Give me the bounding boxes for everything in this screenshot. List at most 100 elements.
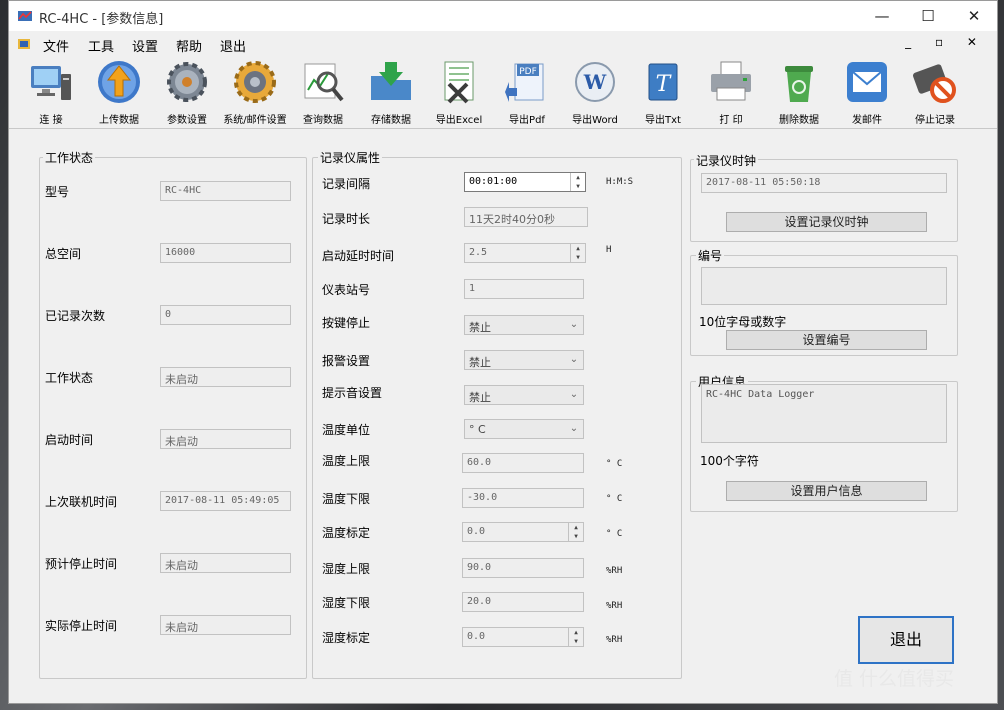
set-user-info-button[interactable]: 设置用户信息 <box>726 481 927 501</box>
set-clock-button[interactable]: 设置记录仪时钟 <box>726 212 927 232</box>
hum-cal-input[interactable]: 0.0 ▲ ▼ <box>462 627 584 647</box>
save-data-button[interactable]: 存储数据 <box>359 56 423 128</box>
actual-stop-field[interactable]: 未启动 <box>160 615 291 635</box>
start-time-label: 启动时间 <box>45 433 94 447</box>
interval-value: 00:01:00 <box>469 176 518 187</box>
work-state-field[interactable]: 未启动 <box>160 367 291 387</box>
start-delay-value: 2.5 <box>469 247 488 258</box>
send-mail-button[interactable]: 发邮件 <box>835 56 899 128</box>
record-count-label: 已记录次数 <box>45 309 106 323</box>
stop-record-icon <box>912 64 956 103</box>
system-mail-settings-button[interactable]: 系统/邮件设置 <box>223 56 287 128</box>
menu-settings[interactable]: 设置 <box>132 36 158 55</box>
export-word-button[interactable]: W 导出Word <box>563 56 627 128</box>
alarm-value: 禁止 <box>469 356 491 369</box>
menu-exit[interactable]: 退出 <box>220 36 246 55</box>
interval-input[interactable]: 00:01:00 ▲ ▼ <box>464 172 586 192</box>
stop-record-button[interactable]: 停止记录 <box>903 56 967 128</box>
temp-cal-unit: ° C <box>606 529 623 539</box>
total-space-field[interactable]: 16000 <box>160 243 291 263</box>
close-button[interactable]: ✕ <box>951 1 997 31</box>
temp-unit-label: 温度单位 <box>322 423 371 437</box>
exit-button[interactable]: 退出 <box>858 616 954 664</box>
expected-stop-field[interactable]: 未启动 <box>160 553 291 573</box>
set-serial-button[interactable]: 设置编号 <box>726 330 927 350</box>
clock-title: 记录仪时钟 <box>694 152 759 169</box>
work-state-label: 工作状态 <box>45 371 94 385</box>
temp-unit-select[interactable]: ° C ⌄ <box>464 419 584 439</box>
start-delay-input[interactable]: 2.5 ▲ ▼ <box>464 243 586 263</box>
maximize-button[interactable]: ☐ <box>905 1 951 31</box>
app-icon <box>18 11 32 21</box>
start-time-field[interactable]: 未启动 <box>160 429 291 449</box>
menu-tools[interactable]: 工具 <box>88 36 114 55</box>
beep-label: 提示音设置 <box>322 386 383 400</box>
computer-connect-icon <box>31 66 71 100</box>
print-button[interactable]: 打 印 <box>699 56 763 128</box>
hum-cal-spinner[interactable]: ▲ ▼ <box>568 628 583 646</box>
temp-low-label: 温度下限 <box>322 492 371 506</box>
hum-low-field[interactable]: 20.0 <box>462 592 584 612</box>
mail-icon <box>847 62 887 102</box>
hum-high-field[interactable]: 90.0 <box>462 558 584 578</box>
start-delay-spinner[interactable]: ▲ ▼ <box>570 244 585 262</box>
temp-cal-input[interactable]: 0.0 ▲ ▼ <box>462 522 584 542</box>
upload-data-button[interactable]: 上传数据 <box>87 56 151 128</box>
last-connect-field[interactable]: 2017-08-11 05:49:05 <box>160 491 291 511</box>
chevron-down-icon: ⌄ <box>569 354 579 365</box>
word-icon: W <box>575 62 615 102</box>
delete-data-button[interactable]: 删除数据 <box>767 56 831 128</box>
temp-cal-label: 温度标定 <box>322 526 371 540</box>
window-title: RC-4HC - [参数信息] <box>39 12 164 27</box>
temp-cal-value: 0.0 <box>467 526 486 537</box>
user-info-field[interactable]: RC-4HC Data Logger <box>701 384 947 443</box>
temp-high-label: 温度上限 <box>322 454 371 468</box>
temp-unit-value: ° C <box>469 423 486 436</box>
station-label: 仪表站号 <box>322 283 371 297</box>
work-status-group <box>39 157 307 679</box>
export-txt-button[interactable]: T 导出Txt <box>631 56 695 128</box>
query-data-button[interactable]: 查询数据 <box>291 56 355 128</box>
key-stop-value: 禁止 <box>469 321 491 334</box>
model-field[interactable]: RC-4HC <box>160 181 291 201</box>
menu-file[interactable]: 文件 <box>43 36 69 55</box>
clock-field[interactable]: 2017-08-11 05:50:18 <box>701 173 947 193</box>
interval-label: 记录间隔 <box>322 177 371 191</box>
serial-title: 编号 <box>696 247 725 264</box>
user-info-hint: 100个字符 <box>700 454 759 468</box>
toolbar: 连 接 上传数据 参数设置 系统/邮件设置 查询数据 存储数据 导出Excel … <box>9 56 997 129</box>
actual-stop-label: 实际停止时间 <box>45 619 118 633</box>
connect-button[interactable]: 连 接 <box>19 56 83 128</box>
duration-field[interactable]: 11天2时40分0秒 <box>464 207 588 227</box>
recorder-properties-title: 记录仪属性 <box>318 149 383 166</box>
export-excel-button[interactable]: 导出Excel <box>427 56 491 128</box>
serial-field[interactable] <box>701 267 947 305</box>
alarm-select[interactable]: 禁止 ⌄ <box>464 350 584 370</box>
station-field[interactable]: 1 <box>464 279 584 299</box>
serial-hint: 10位字母或数字 <box>699 315 787 329</box>
temp-low-unit: ° C <box>606 494 623 504</box>
export-pdf-button[interactable]: PDF 导出Pdf <box>495 56 559 128</box>
temp-low-field[interactable]: -30.0 <box>462 488 584 508</box>
minimize-button[interactable]: — <box>859 1 905 31</box>
parameter-settings-button[interactable]: 参数设置 <box>155 56 219 128</box>
key-stop-select[interactable]: 禁止 ⌄ <box>464 315 584 335</box>
temp-cal-spinner[interactable]: ▲ ▼ <box>568 523 583 541</box>
mdi-window-buttons[interactable]: _ ▫ ✕ <box>905 35 987 49</box>
hum-low-unit: %RH <box>606 601 623 611</box>
interval-spinner[interactable]: ▲ ▼ <box>570 173 585 191</box>
excel-icon <box>444 61 474 104</box>
svg-text:T: T <box>656 72 673 97</box>
beep-select[interactable]: 禁止 ⌄ <box>464 385 584 405</box>
temp-high-field[interactable]: 60.0 <box>462 453 584 473</box>
hum-high-unit: %RH <box>606 566 623 576</box>
duration-label: 记录时长 <box>322 212 371 226</box>
beep-value: 禁止 <box>469 391 491 404</box>
svg-text:W: W <box>583 70 607 94</box>
menu-help[interactable]: 帮助 <box>176 36 202 55</box>
alarm-label: 报警设置 <box>322 354 371 368</box>
record-count-field[interactable]: 0 <box>160 305 291 325</box>
upload-arrow-icon <box>98 61 140 103</box>
temp-high-unit: ° C <box>606 459 623 469</box>
expected-stop-label: 预计停止时间 <box>45 557 118 571</box>
